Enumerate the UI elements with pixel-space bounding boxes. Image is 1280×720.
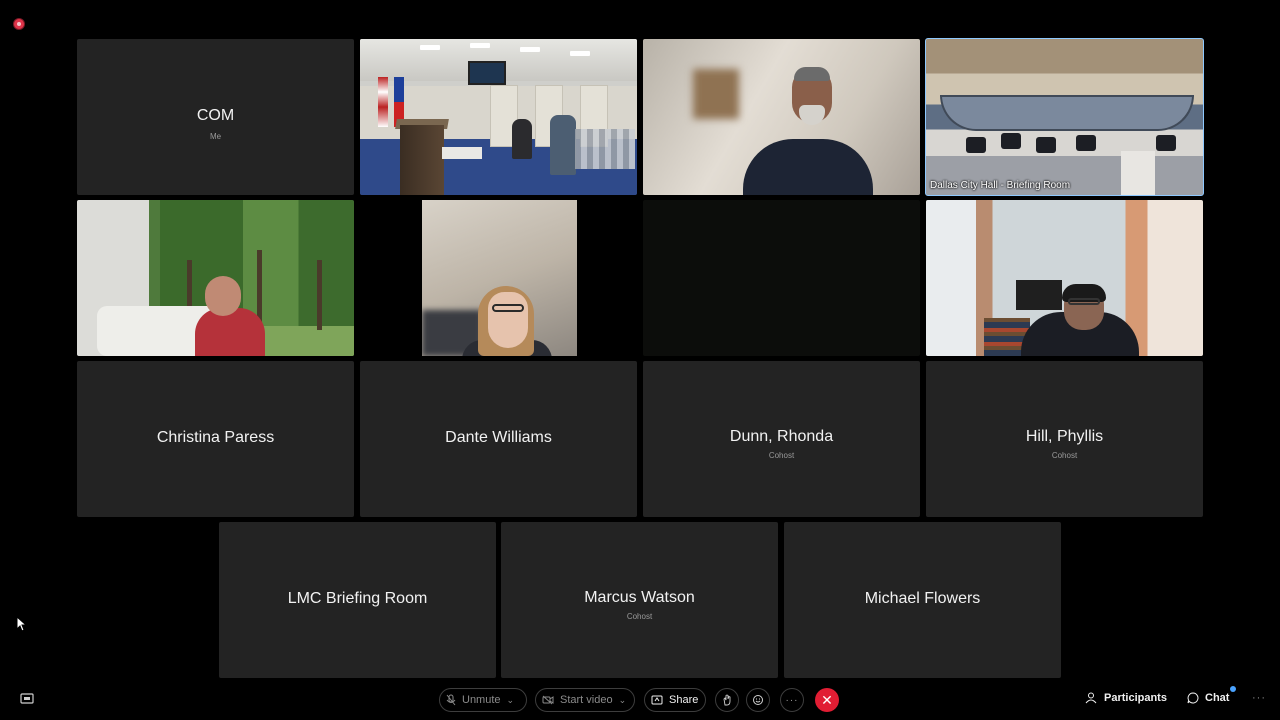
participants-icon: [1085, 692, 1097, 704]
participant-role: Me: [209, 132, 222, 141]
participants-label: Participants: [1104, 692, 1167, 704]
more-options-icon: ···: [785, 694, 799, 706]
participant-name: Michael Flowers: [864, 590, 981, 607]
participant-name: Christina Paress: [156, 429, 275, 446]
chevron-down-icon[interactable]: ⌄: [619, 695, 627, 706]
overflow-menu-icon[interactable]: ···: [1252, 692, 1266, 704]
participant-role: Cohost: [626, 612, 653, 621]
participant-role: Cohost: [768, 451, 795, 460]
start-video-label: Start video: [560, 694, 613, 706]
participant-name: Hill, Phyllis: [1025, 428, 1104, 445]
video-tile-participant[interactable]: [77, 200, 354, 356]
chevron-down-icon[interactable]: ⌄: [507, 695, 515, 706]
share-label: Share: [669, 694, 699, 706]
raise-hand-button[interactable]: [715, 688, 739, 712]
video-tile-dunn-rhonda[interactable]: Dunn, Rhonda Cohost: [643, 361, 920, 517]
chat-button[interactable]: Chat: [1187, 692, 1229, 704]
mouse-cursor-icon: [16, 616, 26, 632]
raise-hand-icon: [723, 694, 731, 706]
close-icon: ✕: [821, 692, 833, 708]
chat-label: Chat: [1205, 692, 1230, 704]
participant-name: LMC Briefing Room: [287, 590, 428, 607]
participant-name: Dunn, Rhonda: [729, 428, 834, 445]
video-tile-participant[interactable]: [926, 200, 1203, 356]
layout-view-icon[interactable]: [20, 693, 34, 705]
participant-name: Dante Williams: [445, 429, 552, 446]
chat-icon: [1187, 692, 1199, 704]
video-feed: [643, 39, 920, 195]
leave-meeting-button[interactable]: ✕: [815, 688, 839, 712]
recording-indicator-icon: [14, 19, 24, 29]
participant-role: Cohost: [1051, 451, 1078, 460]
chat-notification-badge: [1230, 686, 1236, 692]
video-tile-participant[interactable]: [360, 200, 637, 356]
share-screen-icon: [651, 695, 663, 705]
video-tile-lmc-briefing-room[interactable]: LMC Briefing Room: [219, 522, 496, 678]
video-tile-michael-flowers[interactable]: Michael Flowers: [784, 522, 1061, 678]
muted-mic-icon: [446, 694, 456, 706]
video-tile-participant[interactable]: [643, 39, 920, 195]
video-tile-marcus-watson[interactable]: Marcus Watson Cohost: [501, 522, 778, 678]
video-tile-christina-paress[interactable]: Christina Paress: [77, 361, 354, 517]
video-tile-active-speaker[interactable]: Dallas City Hall - Briefing Room: [925, 38, 1204, 196]
video-tile-dante-williams[interactable]: Dante Williams: [360, 361, 637, 517]
participant-name: Marcus Watson: [584, 589, 695, 606]
video-feed: [360, 39, 637, 195]
tile-caption: Dallas City Hall - Briefing Room: [930, 180, 1071, 191]
reactions-button[interactable]: [746, 688, 770, 712]
video-feed: [926, 200, 1203, 356]
video-feed: [926, 39, 1203, 195]
more-options-button[interactable]: ···: [780, 688, 804, 712]
video-feed: [422, 200, 577, 356]
share-button[interactable]: Share: [644, 688, 706, 712]
emoji-reaction-icon: [753, 695, 763, 705]
unmute-button[interactable]: Unmute ⌄: [439, 688, 527, 712]
video-off-icon: [542, 695, 554, 705]
video-tile-hill-phyllis[interactable]: Hill, Phyllis Cohost: [926, 361, 1203, 517]
video-tile-room-camera[interactable]: [360, 39, 637, 195]
participants-button[interactable]: Participants: [1085, 692, 1167, 704]
participant-name: COM: [196, 107, 235, 124]
video-feed: [77, 200, 354, 356]
unmute-label: Unmute: [462, 694, 501, 706]
start-video-button[interactable]: Start video ⌄: [535, 688, 635, 712]
video-tile-self[interactable]: COM Me: [77, 39, 354, 195]
video-tile-participant[interactable]: [643, 200, 920, 356]
